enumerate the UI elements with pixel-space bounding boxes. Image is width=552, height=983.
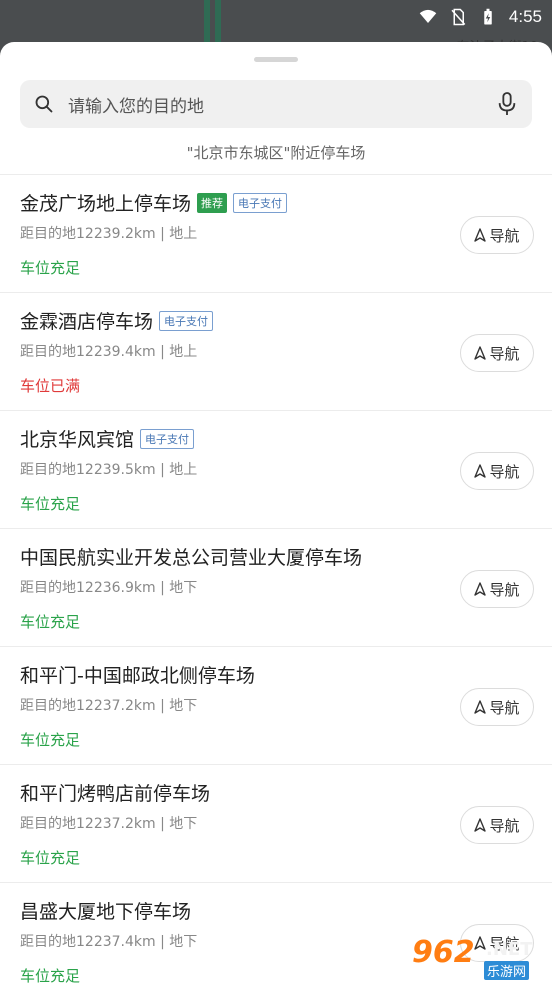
parking-distance: 距目的地12237.2km | 地下 [20, 816, 198, 832]
navigate-button[interactable]: 导航 [460, 452, 534, 490]
parking-title-row: 金霖酒店停车场 电子支付 [20, 307, 214, 334]
parking-availability: 车位充足 [20, 967, 81, 983]
parking-list-item[interactable]: 金霖酒店停车场 电子支付距目的地12239.4km | 地上 车位已满 导航 [0, 293, 552, 411]
parking-distance: 距目的地12239.5km | 地上 [20, 462, 198, 478]
recommend-tag: 推荐 [197, 192, 228, 213]
parking-distance: 距目的地12237.2km | 地下 [20, 698, 198, 714]
status-time: 4:55 [508, 7, 542, 26]
parking-title-row: 和平门-中国邮政北侧停车场 [20, 661, 255, 688]
parking-name: 昌盛大厦地下停车场 [20, 901, 192, 923]
navigation-arrow-icon [474, 228, 487, 242]
e-pay-tag: 电子支付 [159, 310, 214, 331]
wifi-icon [419, 9, 437, 23]
parking-title-row: 金茂广场地上停车场 推荐 电子支付 [20, 189, 288, 216]
parking-list: 金茂广场地上停车场 推荐 电子支付 距目的地12239.2km | 地上 车位充足 导航金… [0, 175, 552, 983]
navigate-button[interactable]: 导航 [460, 334, 534, 372]
parking-name: 金霖酒店停车场 [20, 311, 154, 333]
nearby-location-label: "北京市东城区"附近停车场 [186, 144, 366, 162]
parking-name: 和平门-中国邮政北侧停车场 [20, 665, 255, 687]
navigate-button[interactable]: 导航 [460, 806, 534, 844]
navigate-button[interactable]: 导航 [460, 216, 534, 254]
parking-list-item[interactable]: 中国民航实业开发总公司营业大厦停车场距目的地12236.9km | 地下 车位充足… [0, 529, 552, 647]
parking-list-item[interactable]: 北京华风宾馆 电子支付距目的地12239.5km | 地上 车位充足 导航 [0, 411, 552, 529]
parking-list-item[interactable]: 和平门烤鸭店前停车场距目的地12237.2km | 地下 车位充足 导航 [0, 765, 552, 883]
parking-availability: 车位充足 [20, 731, 81, 749]
search-icon [20, 94, 68, 114]
parking-list-item[interactable]: 和平门-中国邮政北侧停车场距目的地12237.2km | 地下 车位充足 导航 [0, 647, 552, 765]
navigate-label: 导航 [489, 698, 520, 717]
drag-handle[interactable] [254, 57, 298, 62]
parking-name: 中国民航实业开发总公司营业大厦停车场 [20, 547, 363, 569]
status-bar: 4:55 [419, 4, 542, 30]
no-sim-icon [451, 8, 466, 26]
parking-availability: 车位充足 [20, 613, 81, 631]
e-pay-tag: 电子支付 [140, 428, 195, 449]
site-watermark: 962 .NET 乐游网 [406, 933, 544, 980]
parking-name: 和平门烤鸭店前停车场 [20, 783, 211, 805]
parking-availability: 车位充足 [20, 849, 81, 867]
parking-title-row: 中国民航实业开发总公司营业大厦停车场 [20, 543, 362, 570]
navigation-arrow-icon [474, 818, 487, 832]
parking-distance: 距目的地12239.4km | 地上 [20, 344, 198, 360]
parking-availability: 车位充足 [20, 495, 81, 513]
parking-title-row: 昌盛大厦地下停车场 [20, 897, 191, 924]
parking-distance: 距目的地12239.2km | 地上 [20, 226, 198, 242]
parking-availability: 车位充足 [20, 259, 81, 277]
parking-availability: 车位已满 [20, 377, 81, 395]
e-pay-tag: 电子支付 [233, 192, 288, 213]
parking-title-row: 北京华风宾馆 电子支付 [20, 425, 195, 452]
navigate-label: 导航 [489, 816, 520, 835]
navigate-label: 导航 [489, 344, 520, 363]
watermark-site: 乐游网 [484, 961, 530, 980]
navigate-label: 导航 [489, 580, 520, 599]
watermark-suffix: .NET [486, 939, 533, 960]
search-input[interactable]: 请输入您的目的地 [68, 92, 482, 117]
parking-bottom-sheet: 请输入您的目的地 "北京市东城区"附近停车场 金茂广场地上停车场 推荐 电子支付 距目… [0, 42, 552, 983]
navigation-arrow-icon [474, 464, 487, 478]
navigate-label: 导航 [489, 462, 520, 481]
navigate-button[interactable]: 导航 [460, 570, 534, 608]
navigation-arrow-icon [474, 346, 487, 360]
parking-name: 北京华风宾馆 [20, 429, 135, 451]
parking-distance: 距目的地12236.9km | 地下 [20, 580, 198, 596]
navigation-arrow-icon [474, 582, 487, 596]
navigate-button[interactable]: 导航 [460, 688, 534, 726]
battery-icon [484, 8, 492, 25]
parking-name: 金茂广场地上停车场 [20, 193, 192, 215]
navigation-arrow-icon [474, 700, 487, 714]
parking-title-row: 和平门烤鸭店前停车场 [20, 779, 210, 806]
parking-distance: 距目的地12237.4km | 地下 [20, 934, 198, 950]
microphone-icon[interactable] [482, 91, 532, 117]
watermark-brand: 962 [412, 935, 475, 970]
destination-search-bar[interactable]: 请输入您的目的地 [20, 80, 532, 128]
navigate-label: 导航 [489, 226, 520, 245]
parking-list-item[interactable]: 金茂广场地上停车场 推荐 电子支付距目的地12239.2km | 地上 车位充足 导航 [0, 175, 552, 293]
